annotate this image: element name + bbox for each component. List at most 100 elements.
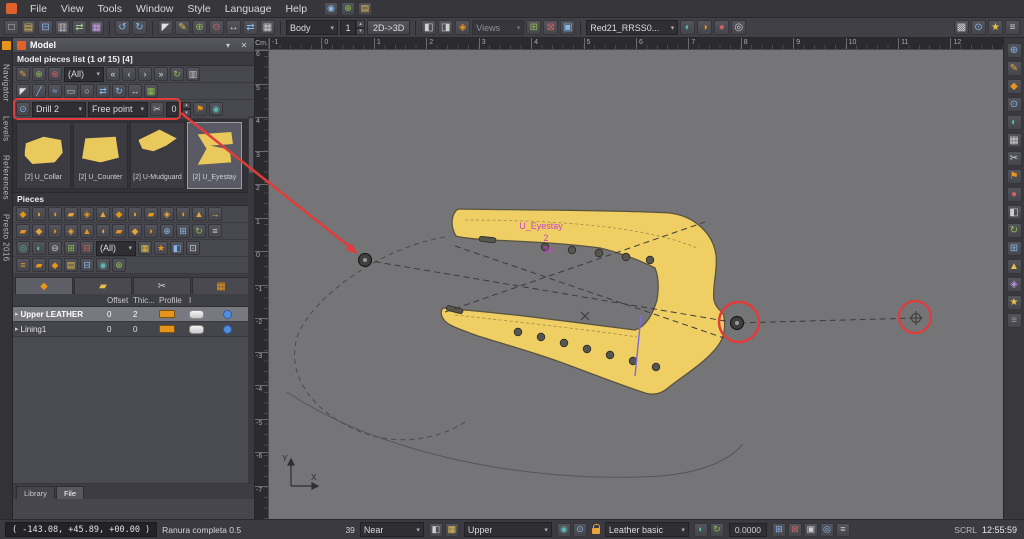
pieces-tool-icon[interactable]: ◎ (16, 241, 30, 255)
body-count-spinner[interactable]: 1▴▾ (340, 20, 365, 35)
spinner-up-icon[interactable]: ▴ (182, 102, 191, 110)
menu-item[interactable]: Help (278, 1, 314, 17)
layer-view-icon[interactable]: ◧ (429, 523, 443, 537)
gem-tool-icon[interactable]: ◈ (1007, 277, 1022, 292)
split-view-icon[interactable]: ◧ (1007, 205, 1022, 220)
visibility-icon[interactable]: ◉ (557, 523, 571, 537)
piece-thumbnail[interactable]: [2] U_Collar (16, 122, 71, 189)
expander-icon[interactable]: ▸ (15, 325, 19, 333)
material-color[interactable] (221, 307, 241, 321)
pieces-tool-icon[interactable]: ▤ (64, 258, 78, 272)
side-tab[interactable]: References (2, 155, 11, 200)
drill-tool-dropdown[interactable]: Drill 2▾ (32, 102, 86, 117)
free-point-marker[interactable] (359, 254, 372, 267)
piece-thumbnail[interactable]: [2] U_Eyestay (187, 122, 242, 189)
materials-tab[interactable]: ◆ (15, 277, 73, 294)
pieces-tool-icon[interactable]: ◗ (48, 224, 62, 238)
spinner-down-icon[interactable]: ▾ (182, 109, 191, 117)
pane-view-icon[interactable]: ▣ (560, 20, 575, 35)
snap-mode-dropdown[interactable]: Near▾ (360, 522, 424, 537)
contrast-tool-icon[interactable]: ◐ (1007, 115, 1022, 130)
refresh-material-icon[interactable]: ↻ (710, 523, 724, 537)
texture-view-icon[interactable]: ▦ (445, 523, 459, 537)
circle-tool-icon[interactable]: ○ (80, 84, 94, 98)
drill-point-icon[interactable]: ⊙ (16, 102, 30, 116)
piece-thumbnail[interactable]: [2] U-Mudguard (130, 122, 185, 189)
add-icon[interactable]: ⊕ (341, 2, 355, 16)
material-row[interactable]: ▸Lining100 (13, 322, 254, 337)
pieces-tool-icon[interactable]: ◖ (176, 207, 190, 221)
edit-piece-icon[interactable]: ✎ (16, 67, 30, 81)
grid-icon[interactable]: ▦ (260, 20, 275, 35)
delete-point-icon[interactable]: ⊖ (209, 20, 224, 35)
pieces-tool-icon[interactable]: ▰ (64, 207, 78, 221)
point-type-dropdown[interactable]: Free point▾ (88, 102, 148, 117)
focus-icon[interactable]: ⊙ (971, 20, 986, 35)
menu-item[interactable]: Window (129, 1, 180, 17)
image-icon[interactable]: ▦ (89, 20, 104, 35)
reload-pieces-icon[interactable]: ↻ (170, 67, 184, 81)
add-view-icon[interactable]: ⊞ (526, 20, 541, 35)
shade-other-icon[interactable]: ◑ (697, 20, 712, 35)
pieces-tool-icon[interactable]: ◗ (144, 224, 158, 238)
materials-filter-dropdown[interactable]: (All)▾ (96, 241, 136, 256)
favorite-tool-icon[interactable]: ★ (1007, 295, 1022, 310)
vertex-point-marker[interactable] (731, 317, 744, 330)
pieces-tool-icon[interactable]: ▰ (144, 207, 158, 221)
measure-tool-icon[interactable]: ↔ (128, 84, 142, 98)
panel-titlebar[interactable]: Model ▾ ✕ (13, 38, 254, 53)
pieces-tool-icon[interactable]: ▦ (138, 241, 152, 255)
pieces-tool-icon[interactable]: ◐ (32, 241, 46, 255)
export-icon[interactable]: ⇄ (72, 20, 87, 35)
delete-piece-icon[interactable]: ⊗ (48, 67, 62, 81)
draw-tool-icon[interactable]: ✎ (175, 20, 190, 35)
pieces-tool-icon[interactable]: ≡ (208, 224, 222, 238)
print-icon[interactable]: ▥ (55, 20, 70, 35)
pieces-tool-icon[interactable]: ◖ (96, 224, 110, 238)
menu-item[interactable]: File (23, 1, 54, 17)
pieces-tool-icon[interactable]: ▰ (112, 224, 126, 238)
side-tab[interactable]: Navigator (2, 64, 11, 102)
pieces-tool-icon[interactable]: ◆ (32, 224, 46, 238)
mirror-tool-icon[interactable]: ⇄ (96, 84, 110, 98)
panel-menu-icon[interactable]: ▾ (222, 41, 234, 50)
line-tool-icon[interactable]: ╱ (32, 84, 46, 98)
canvas-background[interactable] (269, 50, 1003, 519)
piece-tool-icon[interactable]: ◆ (1007, 79, 1022, 94)
material-color[interactable] (221, 322, 241, 336)
style-dropdown[interactable]: Red21_RRSS0...▾ (586, 20, 678, 35)
undo-icon[interactable]: ↺ (115, 20, 130, 35)
favorite-icon[interactable]: ★ (988, 20, 1003, 35)
mirror-icon[interactable]: ⇄ (243, 20, 258, 35)
half-right-view-icon[interactable]: ◨ (438, 20, 453, 35)
panel-close-icon[interactable]: ✕ (238, 41, 250, 50)
snap-grid-icon[interactable]: ▦ (144, 84, 158, 98)
add-piece-icon[interactable]: ⊕ (32, 67, 46, 81)
side-tab[interactable]: Levels (2, 116, 11, 142)
menu-tool-icon[interactable]: ≡ (1007, 313, 1022, 328)
options-icon[interactable]: ≡ (836, 523, 850, 537)
flag-icon[interactable]: ⚑ (193, 102, 207, 116)
pieces-tool-icon[interactable]: ▰ (32, 258, 46, 272)
hatch-icon[interactable]: ▩ (954, 20, 969, 35)
pieces-tool-icon[interactable]: ⊕ (112, 258, 126, 272)
first-piece-button[interactable]: « (106, 67, 120, 81)
last-piece-button[interactable]: » (154, 67, 168, 81)
list-view-icon[interactable]: ▥ (186, 67, 200, 81)
up-tool-icon[interactable]: ▲ (1007, 259, 1022, 274)
half-left-view-icon[interactable]: ◧ (421, 20, 436, 35)
pieces-tool-icon[interactable]: ⊖ (48, 241, 62, 255)
probe-icon[interactable]: ◉ (209, 102, 223, 116)
menu-item[interactable]: Style (180, 1, 217, 17)
curve-tool-icon[interactable]: ≈ (48, 84, 62, 98)
snapshot-icon[interactable]: ◉ (324, 2, 338, 16)
flag-tool-icon[interactable]: ⚑ (1007, 169, 1022, 184)
close-view-icon[interactable]: ⊠ (788, 523, 802, 537)
pieces-tool-icon[interactable]: ◗ (128, 207, 142, 221)
pieces-tool-icon[interactable]: ◉ (96, 258, 110, 272)
layer-dropdown[interactable]: Upper▾ (464, 522, 552, 537)
previous-piece-button[interactable]: ‹ (122, 67, 136, 81)
open-folder-icon[interactable]: ▤ (21, 20, 36, 35)
new-document-icon[interactable]: □ (4, 20, 19, 35)
pieces-tool-icon[interactable]: ◖ (48, 207, 62, 221)
